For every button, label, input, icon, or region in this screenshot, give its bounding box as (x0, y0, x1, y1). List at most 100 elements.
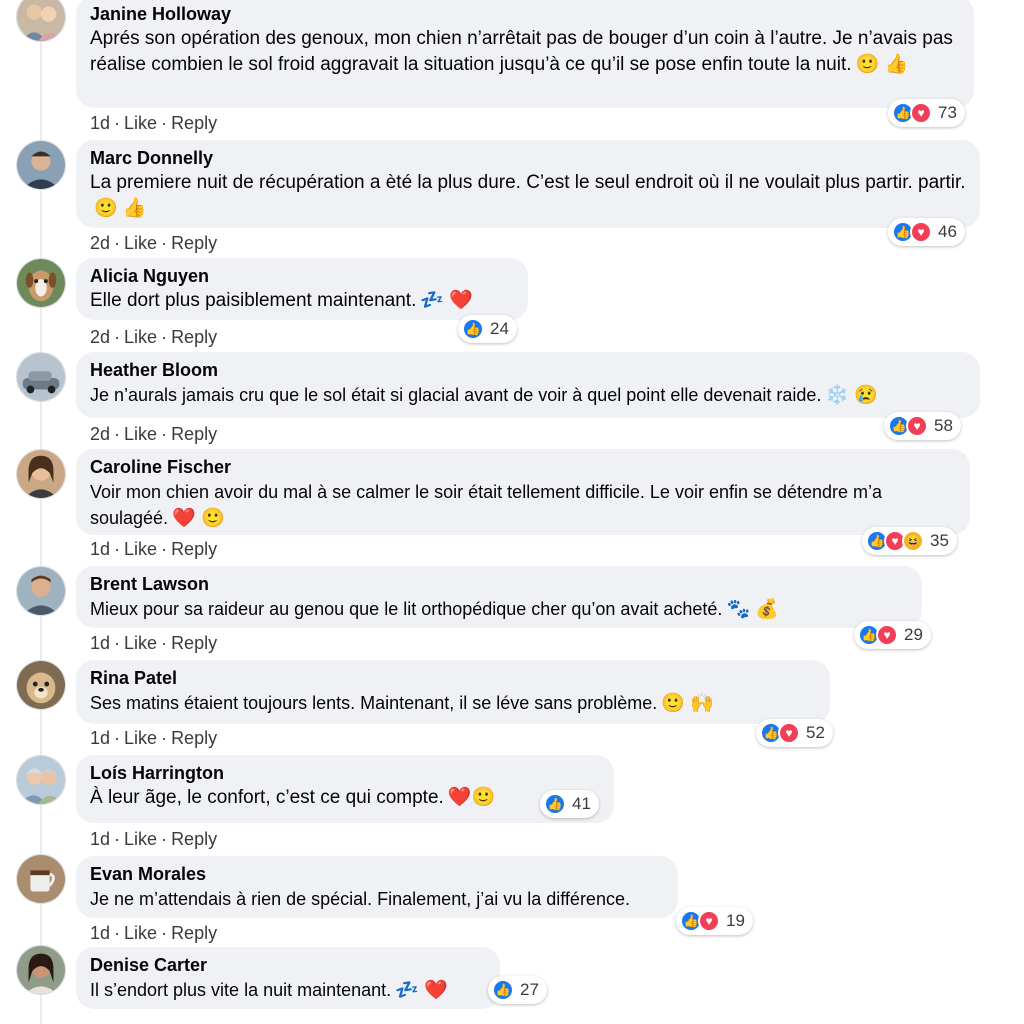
reply-link[interactable]: Reply (171, 424, 217, 444)
emoji-group: 🐾 💰 (726, 599, 780, 620)
like-link[interactable]: Like (124, 829, 157, 849)
comment-body: Je ne m’attendais à rien de spécial. Fin… (90, 889, 630, 909)
avatar[interactable] (16, 660, 66, 710)
timestamp[interactable]: 1d (90, 728, 110, 748)
comment-author[interactable]: Brent Lawson (90, 572, 908, 596)
like-link[interactable]: Like (124, 728, 157, 748)
comment-author[interactable]: Marc Donnelly (90, 146, 966, 170)
heart-icon: ♥ (910, 221, 932, 243)
comment-author[interactable]: Denise Carter (90, 953, 486, 977)
comment-bubble: Evan Morales Je ne m’attendais à rien de… (76, 856, 678, 918)
reaction-summary[interactable]: 👍 ♥ 😆 35 (862, 527, 957, 555)
comment-actions: 1d · Like · Reply (90, 113, 218, 133)
comment-body: Ses matins étaient toujours lents. Maint… (90, 693, 658, 713)
comment-text: Mieux pour sa raideur au genou que le li… (90, 596, 908, 623)
comment-bubble: Denise Carter Il s’endort plus vite la n… (76, 947, 500, 1009)
comment-body: Aprés son opération des genoux, mon chie… (90, 28, 953, 75)
comment-text: Je n’aurals jamais cru que le sol était … (90, 382, 966, 409)
avatar[interactable] (16, 0, 66, 42)
laughing-face-icon: 😆 (902, 530, 924, 552)
timestamp[interactable]: 2d (90, 233, 110, 253)
reaction-summary[interactable]: 👍 ♥ 73 (888, 99, 965, 127)
comment-text: La premiere nuit de récupération a èté l… (90, 170, 966, 222)
reply-link[interactable]: Reply (171, 923, 217, 943)
avatar[interactable] (16, 140, 66, 190)
reaction-count: 46 (938, 222, 957, 241)
avatar[interactable] (16, 854, 66, 904)
reply-link[interactable]: Reply (171, 829, 217, 849)
reply-link[interactable]: Reply (171, 327, 217, 347)
reply-link[interactable]: Reply (171, 633, 217, 653)
timestamp[interactable]: 1d (90, 539, 110, 559)
reaction-count: 24 (490, 319, 509, 338)
reaction-count: 27 (520, 980, 539, 999)
comment-author[interactable]: Caroline Fischer (90, 455, 956, 479)
avatar[interactable] (16, 566, 66, 616)
timestamp[interactable]: 1d (90, 923, 110, 943)
comment-text: Il s’endort plus vite la nuit maintenant… (90, 977, 486, 1004)
reaction-count: 29 (904, 625, 923, 644)
emoji-group: ❤️🙂 (447, 787, 496, 808)
like-link[interactable]: Like (124, 633, 157, 653)
comment-author[interactable]: Rina Patel (90, 666, 816, 690)
avatar[interactable] (16, 258, 66, 308)
comment-actions: 1d · Like · Reply (90, 539, 218, 559)
timestamp[interactable]: 2d (90, 327, 110, 347)
comment-body: À leur ãge, le confort, c’est ce qui com… (90, 787, 444, 808)
reaction-summary[interactable]: 👍 41 (540, 790, 599, 818)
like-link[interactable]: Like (124, 923, 157, 943)
reaction-summary[interactable]: 👍 ♥ 29 (854, 621, 931, 649)
like-link[interactable]: Like (124, 113, 157, 133)
comment-actions: 1d · Like · Reply (90, 829, 218, 849)
reaction-count: 58 (934, 416, 953, 435)
like-link[interactable]: Like (124, 539, 157, 559)
like-link[interactable]: Like (124, 424, 157, 444)
reaction-summary[interactable]: 👍 ♥ 46 (888, 218, 965, 246)
reaction-summary[interactable]: 👍 ♥ 58 (884, 412, 961, 440)
comment-author[interactable]: Janine Holloway (90, 2, 960, 26)
comment-bubble: Caroline Fischer Voir mon chien avoir du… (76, 449, 970, 535)
reply-link[interactable]: Reply (171, 113, 217, 133)
comment-bubble: Brent Lawson Mieux pour sa raideur au ge… (76, 566, 922, 628)
emoji-group: ❤️ 🙂 (172, 508, 225, 529)
thumbs-up-icon: 👍 (492, 979, 514, 1001)
avatar[interactable] (16, 945, 66, 995)
reply-link[interactable]: Reply (171, 728, 217, 748)
reaction-count: 41 (572, 794, 591, 813)
like-link[interactable]: Like (124, 233, 157, 253)
comment-bubble: Rina Patel Ses matins étaient toujours l… (76, 660, 830, 724)
timestamp[interactable]: 1d (90, 633, 110, 653)
comment-body: La premiere nuit de récupération a èté l… (90, 172, 966, 193)
reaction-summary[interactable]: 👍 24 (458, 315, 517, 343)
reaction-count: 52 (806, 723, 825, 742)
comment-text: Ses matins étaient toujours lents. Maint… (90, 690, 816, 717)
heart-icon: ♥ (906, 415, 928, 437)
comment-author[interactable]: Evan Morales (90, 862, 664, 886)
comment-text: Je ne m’attendais à rien de spécial. Fin… (90, 886, 664, 912)
comment-text: Aprés son opération des genoux, mon chie… (90, 26, 960, 78)
comment-bubble: Heather Bloom Je n’aurals jamais cru que… (76, 352, 980, 418)
comment-author[interactable]: Loís Harrington (90, 761, 600, 785)
comment-text: Elle dort plus paisiblement maintenant. 💤… (90, 288, 514, 314)
avatar[interactable] (16, 352, 66, 402)
heart-icon: ♥ (876, 624, 898, 646)
timestamp[interactable]: 2d (90, 424, 110, 444)
reaction-summary[interactable]: 👍 ♥ 19 (676, 907, 753, 935)
emoji-group: 💤 ❤️ (420, 290, 473, 311)
reply-link[interactable]: Reply (171, 539, 217, 559)
avatar[interactable] (16, 755, 66, 805)
timestamp[interactable]: 1d (90, 829, 110, 849)
comment-actions: 2d · Like · Reply (90, 327, 218, 347)
comment-author[interactable]: Alicia Nguyen (90, 264, 514, 288)
emoji-group: ❄️ 😢 (825, 385, 879, 406)
thumbs-up-icon: 👍 (544, 793, 566, 815)
reaction-summary[interactable]: 👍 27 (488, 976, 547, 1004)
timestamp[interactable]: 1d (90, 113, 110, 133)
avatar[interactable] (16, 449, 66, 499)
emoji-group: 🙂 🙌 (661, 693, 714, 714)
comment-author[interactable]: Heather Bloom (90, 358, 966, 382)
like-link[interactable]: Like (124, 327, 157, 347)
reply-link[interactable]: Reply (171, 233, 217, 253)
comment-text: À leur ãge, le confort, c’est ce qui com… (90, 785, 600, 811)
reaction-summary[interactable]: 👍 ♥ 52 (756, 719, 833, 747)
